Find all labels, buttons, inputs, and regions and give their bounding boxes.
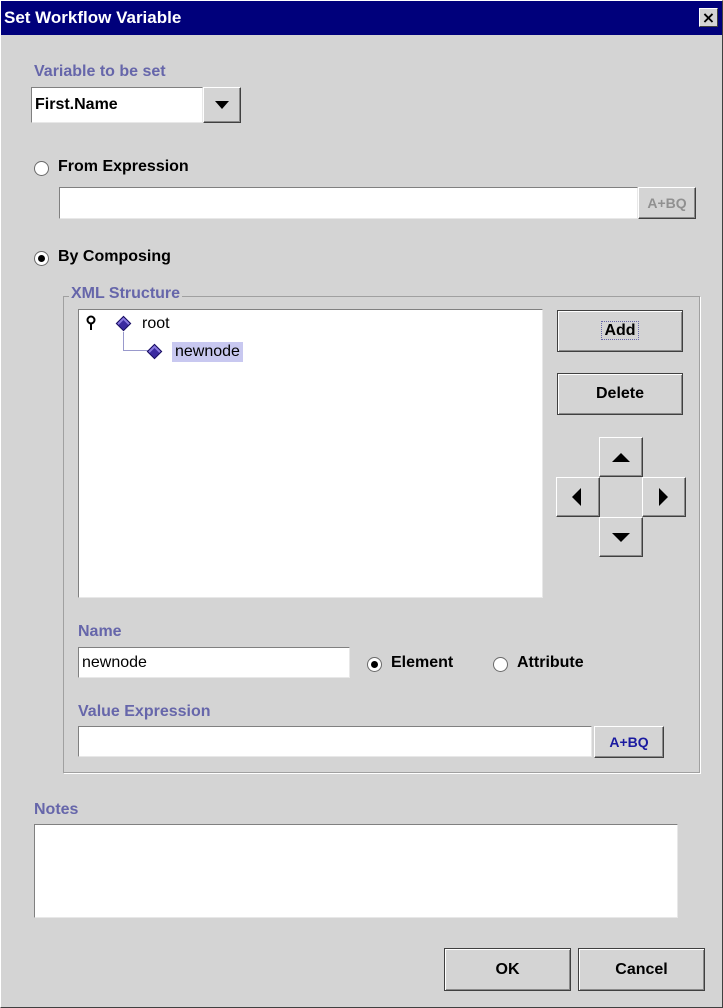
tree-connector bbox=[123, 332, 124, 350]
arrow-left-icon bbox=[572, 488, 581, 506]
title-bar: Set Workflow Variable × bbox=[1, 1, 722, 35]
diamond-node-icon bbox=[115, 315, 132, 332]
by-composing-radio[interactable] bbox=[34, 251, 49, 266]
add-button-label: Add bbox=[601, 321, 639, 340]
variable-label: Variable to be set bbox=[34, 63, 166, 80]
key-icon[interactable] bbox=[85, 315, 97, 331]
from-expression-input[interactable] bbox=[59, 187, 638, 219]
close-icon[interactable]: × bbox=[699, 8, 718, 27]
ok-button[interactable]: OK bbox=[444, 948, 571, 991]
name-input[interactable]: newnode bbox=[78, 647, 350, 678]
chevron-down-icon bbox=[215, 101, 229, 109]
arrow-down-icon bbox=[612, 533, 630, 542]
move-right-button[interactable] bbox=[642, 477, 686, 517]
move-up-button[interactable] bbox=[599, 437, 643, 477]
tree-connector bbox=[123, 350, 149, 351]
name-label: Name bbox=[78, 623, 122, 640]
tree-node-root[interactable]: root bbox=[142, 315, 170, 333]
xml-tree[interactable]: root newnode bbox=[78, 309, 543, 598]
variable-select[interactable]: First.Name bbox=[31, 87, 203, 123]
tree-node-newnode[interactable]: newnode bbox=[172, 342, 243, 362]
notes-textarea[interactable] bbox=[34, 824, 678, 918]
add-button[interactable]: Add bbox=[557, 310, 683, 352]
window-title: Set Workflow Variable bbox=[4, 8, 182, 27]
attribute-label: Attribute bbox=[517, 654, 584, 671]
expression-builder-icon[interactable]: A+BQ bbox=[594, 726, 664, 758]
value-expression-label: Value Expression bbox=[78, 703, 211, 720]
attribute-radio[interactable] bbox=[493, 657, 508, 672]
set-workflow-variable-dialog: Set Workflow Variable × Variable to be s… bbox=[0, 0, 723, 1008]
arrow-right-icon bbox=[659, 488, 668, 506]
expression-builder-icon[interactable]: A+BQ bbox=[638, 187, 696, 219]
arrow-up-icon bbox=[612, 453, 630, 462]
cancel-button[interactable]: Cancel bbox=[578, 948, 705, 991]
value-expression-input[interactable] bbox=[78, 726, 592, 757]
xml-structure-legend: XML Structure bbox=[69, 285, 183, 303]
element-radio[interactable] bbox=[367, 657, 382, 672]
from-expression-radio[interactable] bbox=[34, 161, 49, 176]
from-expression-label: From Expression bbox=[58, 158, 189, 175]
by-composing-label: By Composing bbox=[58, 248, 171, 265]
delete-button[interactable]: Delete bbox=[557, 373, 683, 415]
move-left-button[interactable] bbox=[556, 477, 600, 517]
notes-label: Notes bbox=[34, 801, 79, 818]
element-label: Element bbox=[391, 654, 454, 671]
diamond-node-icon bbox=[146, 343, 163, 360]
variable-dropdown-button[interactable] bbox=[203, 87, 241, 123]
move-down-button[interactable] bbox=[599, 517, 643, 557]
